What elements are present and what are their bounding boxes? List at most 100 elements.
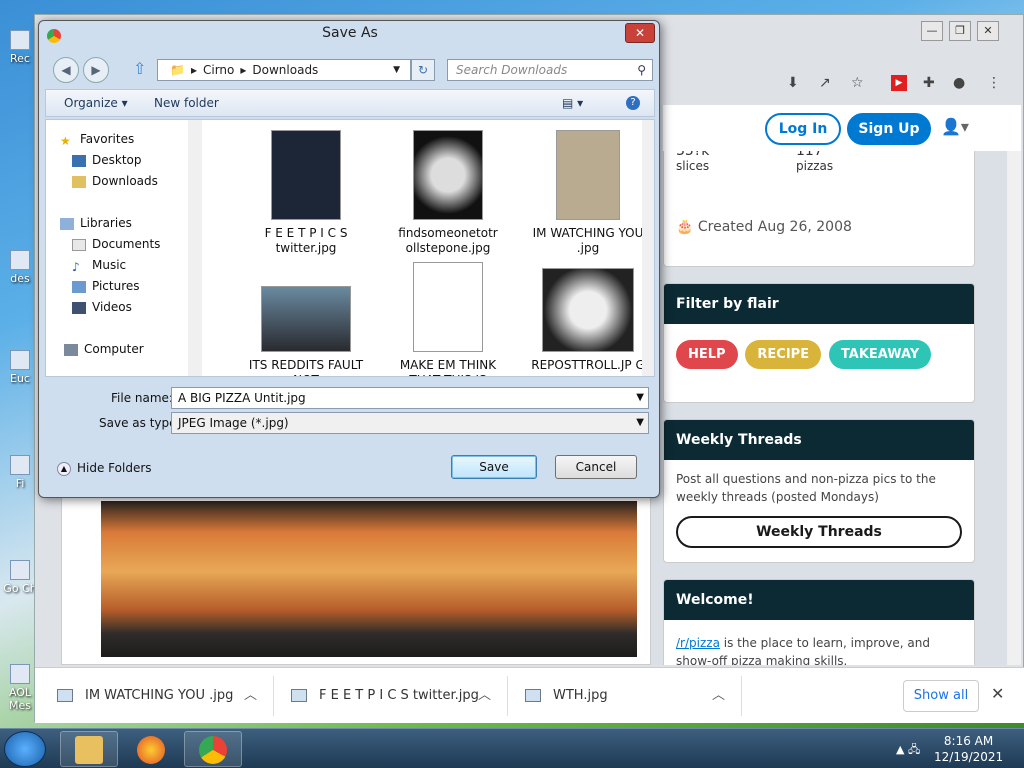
organize-menu[interactable]: Organize ▾ xyxy=(64,96,128,110)
desktop-icon-aol[interactable]: AOL Mes xyxy=(2,664,38,712)
nav-scrollbar[interactable] xyxy=(188,120,202,376)
file-item[interactable]: F E E T P I C S twitter.jpg xyxy=(246,130,366,256)
save-button[interactable]: Save xyxy=(451,455,537,479)
taskbar-explorer[interactable] xyxy=(60,731,118,767)
page-scrollbar[interactable] xyxy=(1007,151,1021,665)
up-arrow-icon[interactable]: ⇧ xyxy=(133,59,146,78)
dialog-close-button[interactable]: ✕ xyxy=(625,23,655,43)
menu-kebab-icon[interactable]: ⋮ xyxy=(987,75,1001,91)
dropdown-arrow-icon[interactable]: ▼ xyxy=(636,388,644,408)
cake-icon: 🎂 xyxy=(676,219,698,235)
pizza-image[interactable] xyxy=(101,501,637,657)
download-item-1[interactable]: IM WATCHING YOU .jpg ︿ xyxy=(57,682,257,710)
documents-icon xyxy=(72,238,86,251)
flair-takeaway[interactable]: TAKEAWAY xyxy=(828,340,932,369)
view-options-icon[interactable]: ▤ ▾ xyxy=(562,96,583,110)
flair-help[interactable]: HELP xyxy=(676,340,738,369)
save-as-type-select[interactable]: JPEG Image (*.jpg) ▼ xyxy=(171,412,649,434)
desktop-icon-euc[interactable]: Euc xyxy=(2,350,38,385)
nav-pictures[interactable]: Pictures xyxy=(72,279,140,293)
file-thumbnail xyxy=(413,262,483,352)
maximize-button[interactable]: ❐ xyxy=(949,21,971,41)
weekly-threads-card: Weekly Threads Post all questions and no… xyxy=(663,419,975,563)
extensions-puzzle-icon[interactable]: ✚ xyxy=(923,75,935,91)
nav-music[interactable]: ♪ Music xyxy=(72,258,126,274)
login-button[interactable]: Log In xyxy=(765,113,841,145)
desktop-icon-google-chrome[interactable]: Go Ch xyxy=(2,560,38,595)
downloads-folder-icon xyxy=(72,175,86,188)
dropdown-arrow-icon[interactable]: ▼ xyxy=(636,413,644,433)
community-stats-card: 35?k slices 117 pizzas 🎂 Created Aug 26,… xyxy=(663,151,975,267)
dropdown-arrow-icon[interactable]: ▼ xyxy=(393,60,400,80)
dialog-title: Save As xyxy=(322,25,378,41)
signup-button[interactable]: Sign Up xyxy=(847,113,931,145)
close-download-bar-icon[interactable]: ✕ xyxy=(991,684,1004,703)
bookmark-star-icon[interactable]: ☆ xyxy=(851,75,864,91)
help-icon[interactable]: ? xyxy=(626,96,640,110)
share-icon[interactable]: ↗ xyxy=(819,75,831,91)
chevron-up-icon: ▲ xyxy=(57,461,71,476)
install-icon[interactable]: ⬇ xyxy=(787,75,799,91)
libraries-icon xyxy=(60,217,74,230)
refresh-icon[interactable]: ↻ xyxy=(411,59,435,81)
hide-folders-button[interactable]: ▲ Hide Folders xyxy=(57,461,152,476)
file-item[interactable]: findsomeonetotr ollstepone.jpg xyxy=(388,130,508,256)
subreddit-link[interactable]: /r/pizza xyxy=(676,636,720,650)
file-list-scrollbar[interactable] xyxy=(642,120,654,376)
nav-videos[interactable]: Videos xyxy=(72,300,132,314)
taskbar-firefox[interactable] xyxy=(122,731,180,767)
close-button[interactable]: ✕ xyxy=(977,21,999,41)
chevron-up-icon[interactable]: ︿ xyxy=(712,682,725,710)
file-item[interactable]: ITS REDDITS FAULT NOT xyxy=(246,286,366,376)
show-hidden-icons-icon[interactable]: ▲ xyxy=(896,743,904,756)
nav-computer[interactable]: Computer xyxy=(64,342,144,356)
search-input[interactable]: Search Downloads ⚲ xyxy=(447,59,653,81)
download-item-2[interactable]: F E E T P I C S twitter.jpg ︿ xyxy=(291,682,491,710)
address-bar[interactable]: 📁 ▸ Cirno ▸ Downloads ▼ xyxy=(157,59,411,81)
file-item[interactable]: MAKE EM THINK THAT THIS IS xyxy=(388,262,508,376)
nav-desktop[interactable]: Desktop xyxy=(72,153,142,167)
file-item[interactable]: REPOSTTROLL.JP G xyxy=(528,268,642,373)
user-menu-icon[interactable]: 👤▾ xyxy=(941,117,969,136)
cancel-button[interactable]: Cancel xyxy=(555,455,637,479)
desktop-icon-des[interactable]: des xyxy=(2,250,38,285)
back-arrow-icon[interactable]: ◀ xyxy=(53,57,79,83)
new-folder-button[interactable]: New folder xyxy=(154,96,219,110)
show-all-downloads-button[interactable]: Show all xyxy=(903,680,979,712)
extension-youtube-icon[interactable]: ▶ xyxy=(891,75,907,91)
chevron-up-icon[interactable]: ︿ xyxy=(478,682,491,710)
download-bar: IM WATCHING YOU .jpg ︿ F E E T P I C S tw… xyxy=(35,667,1024,723)
breadcrumb-cirno[interactable]: Cirno xyxy=(203,63,234,77)
minimize-button[interactable]: — xyxy=(921,21,943,41)
weekly-threads-button[interactable]: Weekly Threads xyxy=(676,516,962,548)
profile-icon[interactable]: ● xyxy=(953,75,965,91)
start-button[interactable] xyxy=(4,731,46,767)
nav-downloads[interactable]: Downloads xyxy=(72,174,158,188)
desktop-icon-fi[interactable]: Fi xyxy=(2,455,38,490)
flair-recipe[interactable]: RECIPE xyxy=(745,340,822,369)
chevron-up-icon[interactable]: ︿ xyxy=(244,682,257,710)
desktop-icon-recycle-bin[interactable]: Rec xyxy=(2,30,38,65)
music-icon: ♪ xyxy=(72,259,80,274)
nav-favorites[interactable]: ★ Favorites xyxy=(60,132,134,148)
file-thumbnail xyxy=(271,130,341,220)
file-name-input[interactable]: A BIG PIZZA Untit.jpg ▼ xyxy=(171,387,649,409)
file-item[interactable]: IM WATCHING YOU .jpg xyxy=(528,130,642,256)
file-list: F E E T P I C S twitter.jpg findsomeonet… xyxy=(206,120,642,376)
videos-icon xyxy=(72,301,86,314)
system-tray[interactable]: ▲ 🖧 xyxy=(896,741,920,760)
nav-libraries[interactable]: Libraries xyxy=(60,216,132,230)
breadcrumb-downloads[interactable]: Downloads xyxy=(252,63,318,77)
forward-arrow-icon[interactable]: ▶ xyxy=(83,57,109,83)
recycle-bin-icon xyxy=(10,30,30,50)
image-file-icon xyxy=(291,689,307,702)
nav-documents[interactable]: Documents xyxy=(72,237,160,251)
slices-label: slices xyxy=(676,159,710,173)
image-file-icon xyxy=(57,689,73,702)
download-item-3[interactable]: WTH.jpg ︿ xyxy=(525,682,725,710)
clock[interactable]: 8:16 AM 12/19/2021 xyxy=(934,733,1003,765)
filter-by-flair-card: Filter by flair HELP RECIPE TAKEAWAY xyxy=(663,283,975,403)
taskbar-chrome[interactable] xyxy=(184,731,242,767)
network-icon[interactable]: 🖧 xyxy=(908,743,920,756)
computer-icon xyxy=(64,343,78,356)
